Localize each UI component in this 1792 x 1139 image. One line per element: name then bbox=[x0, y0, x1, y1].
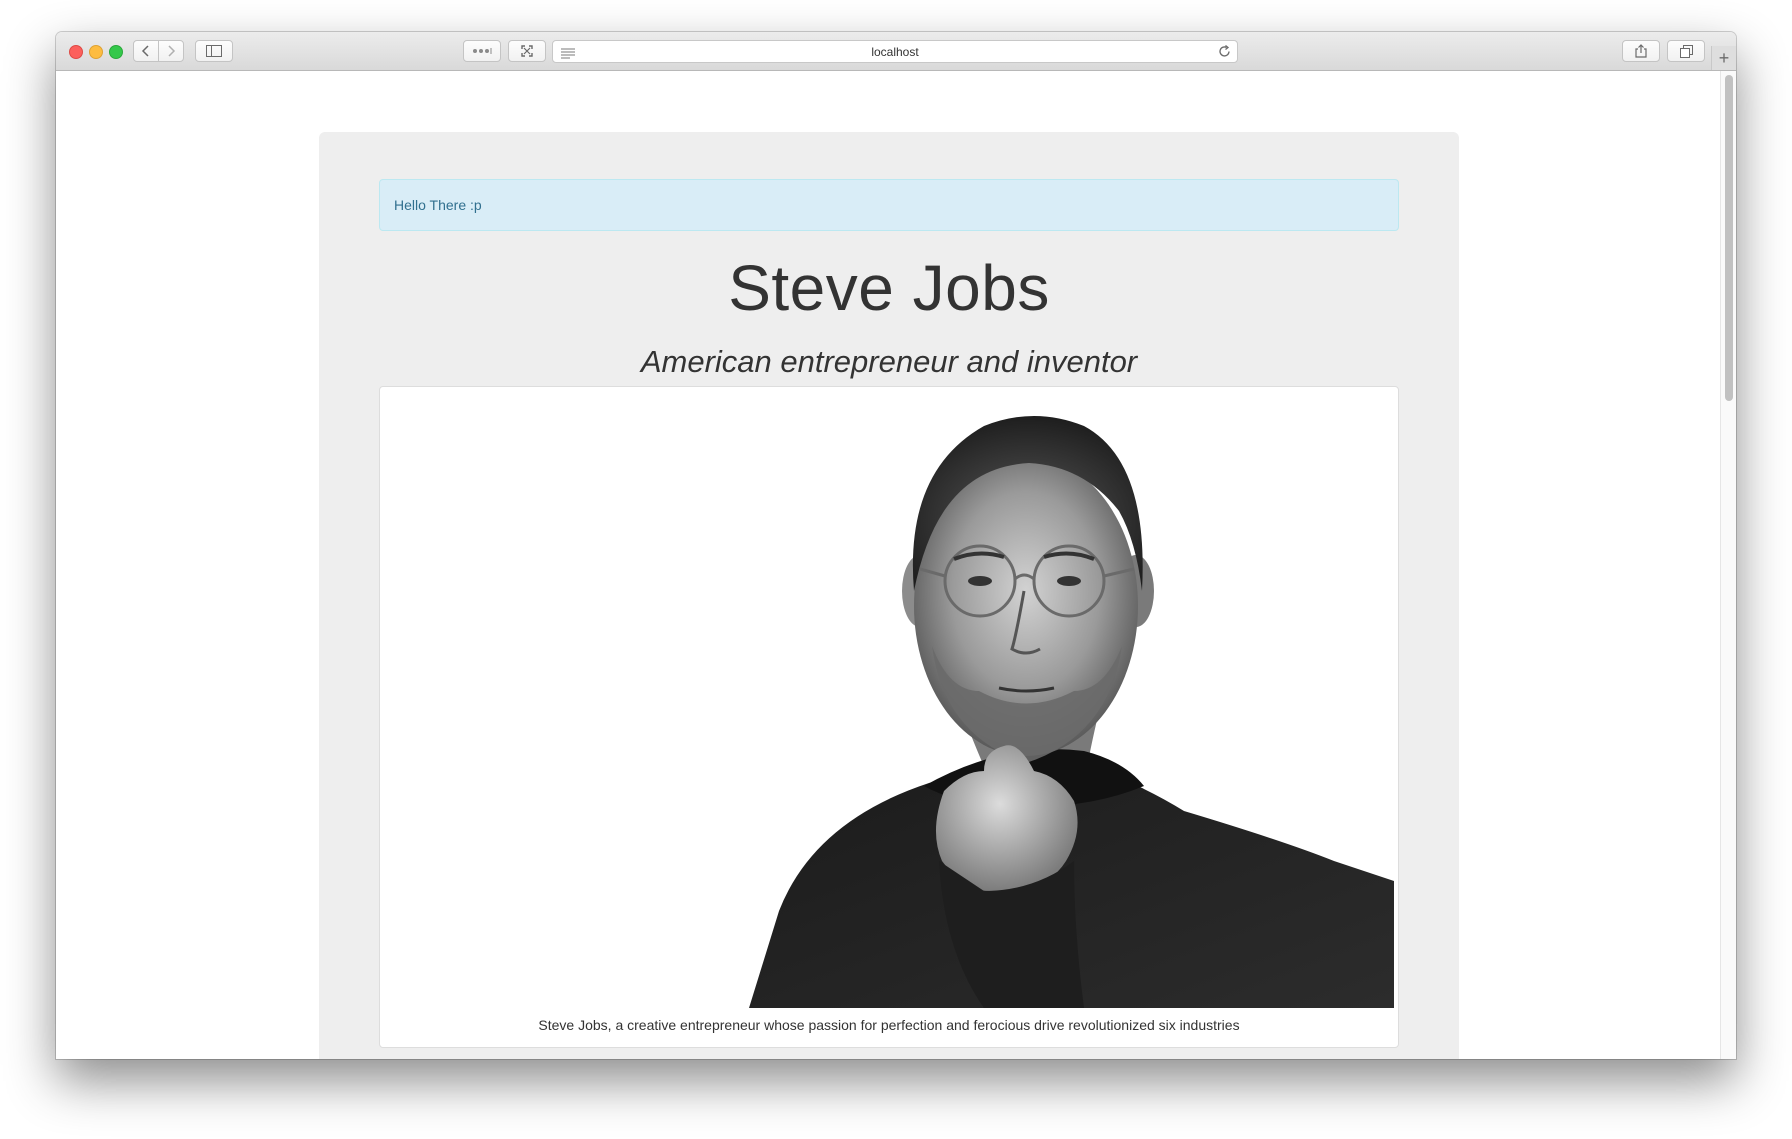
close-window-button[interactable] bbox=[69, 45, 83, 59]
forward-button[interactable] bbox=[158, 40, 184, 62]
expand-icon bbox=[521, 45, 533, 57]
browser-toolbar: localhost + bbox=[56, 32, 1736, 71]
reload-icon[interactable] bbox=[1218, 44, 1231, 63]
share-button[interactable] bbox=[1622, 40, 1660, 62]
browser-window: localhost + Hello There :p Steve Jobs Am… bbox=[56, 32, 1736, 1059]
sidebar-toggle-button[interactable] bbox=[195, 40, 233, 62]
chevron-right-icon bbox=[168, 45, 176, 57]
zoom-window-button[interactable] bbox=[109, 45, 123, 59]
page-subtitle: American entrepreneur and inventor bbox=[640, 344, 1138, 379]
share-icon bbox=[1635, 44, 1647, 58]
tabs-overview-button[interactable] bbox=[1667, 40, 1705, 62]
page-title: Steve Jobs bbox=[728, 252, 1050, 324]
chevron-left-icon bbox=[141, 45, 149, 57]
scrollbar-thumb[interactable] bbox=[1725, 75, 1733, 401]
page-viewport: Hello There :p Steve Jobs American entre… bbox=[56, 71, 1736, 1059]
top-sites-button[interactable] bbox=[463, 40, 501, 62]
minimize-window-button[interactable] bbox=[89, 45, 103, 59]
sidebar-icon bbox=[206, 45, 222, 57]
portrait-illustration bbox=[749, 416, 1394, 1008]
fullscreen-button[interactable] bbox=[508, 40, 546, 62]
jumbotron: Hello There :p Steve Jobs American entre… bbox=[319, 132, 1459, 1059]
plus-icon: + bbox=[1718, 47, 1730, 68]
new-tab-button[interactable]: + bbox=[1711, 46, 1736, 70]
image-thumbnail: Steve Jobs, a creative entrepreneur whos… bbox=[379, 386, 1399, 1048]
address-bar[interactable]: localhost bbox=[552, 40, 1238, 63]
url-text[interactable]: localhost bbox=[553, 45, 1237, 59]
image-caption: Steve Jobs, a creative entrepreneur whos… bbox=[538, 1017, 1240, 1033]
back-button[interactable] bbox=[133, 40, 159, 62]
tabs-icon bbox=[1679, 44, 1693, 58]
info-alert: Hello There :p bbox=[379, 179, 1399, 231]
dots-icon bbox=[473, 48, 492, 54]
portrait-image bbox=[384, 391, 1394, 1008]
vertical-scrollbar[interactable] bbox=[1720, 71, 1736, 1059]
